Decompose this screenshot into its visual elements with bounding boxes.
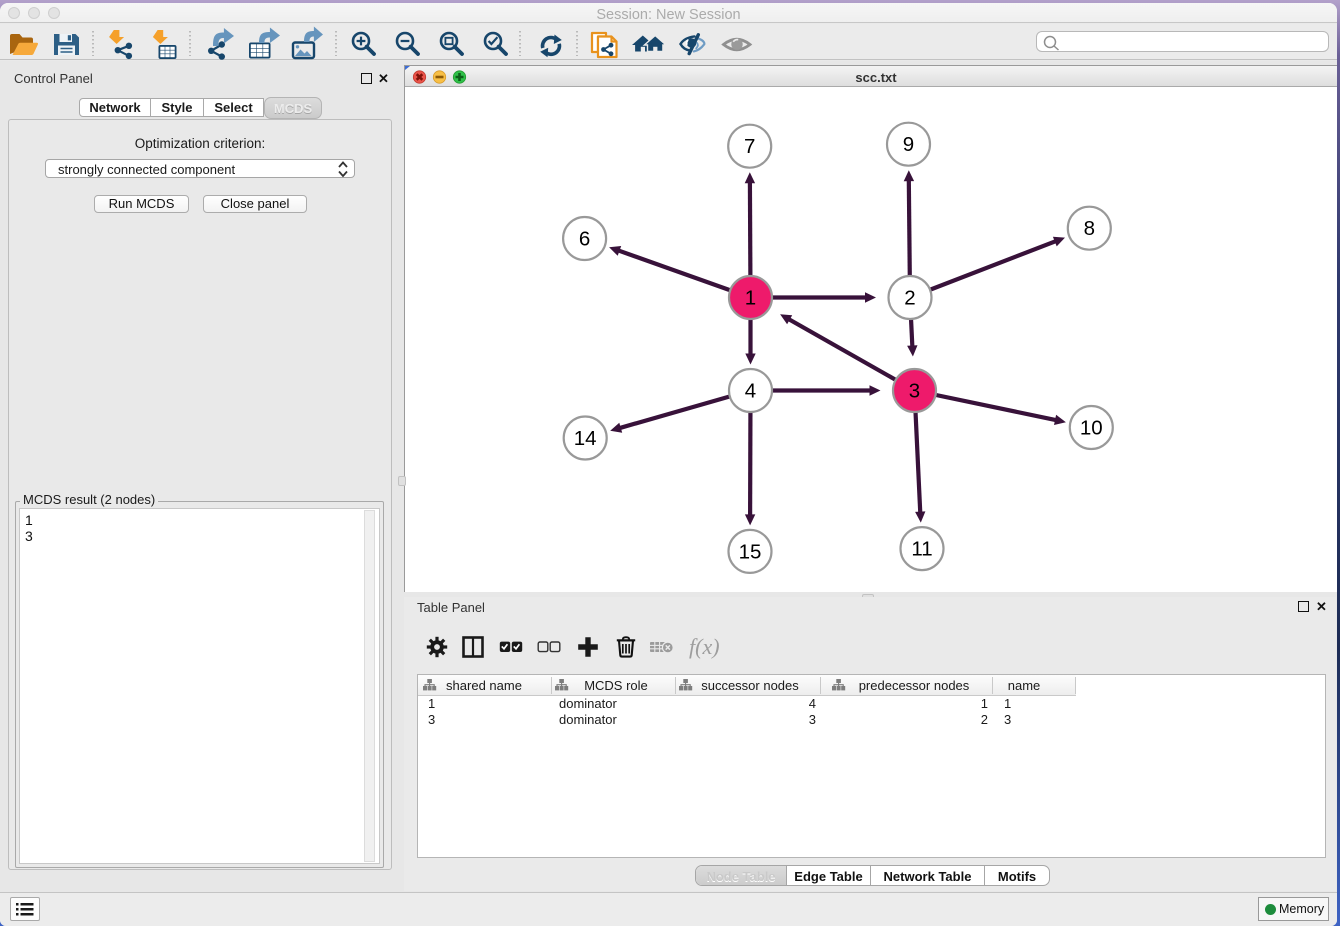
svg-text:14: 14 [574,427,597,450]
svg-text:shared name: shared name [446,678,522,693]
svg-text:10: 10 [1080,417,1103,440]
svg-text:MCDS role: MCDS role [584,678,648,693]
svg-text:7: 7 [744,135,755,158]
svg-text:15: 15 [739,540,762,563]
svg-text:f(x): f(x) [689,634,720,659]
svg-text:predecessor nodes: predecessor nodes [859,678,970,693]
svg-text:1: 1 [745,287,756,310]
svg-text:3: 3 [909,380,920,403]
svg-text:8: 8 [1084,217,1095,240]
svg-text:11: 11 [911,538,932,561]
svg-text:6: 6 [579,228,590,251]
svg-text:name: name [1008,678,1041,693]
svg-text:successor nodes: successor nodes [701,678,799,693]
svg-text:2: 2 [904,287,915,310]
svg-text:4: 4 [745,380,756,403]
svg-text:9: 9 [903,133,914,156]
